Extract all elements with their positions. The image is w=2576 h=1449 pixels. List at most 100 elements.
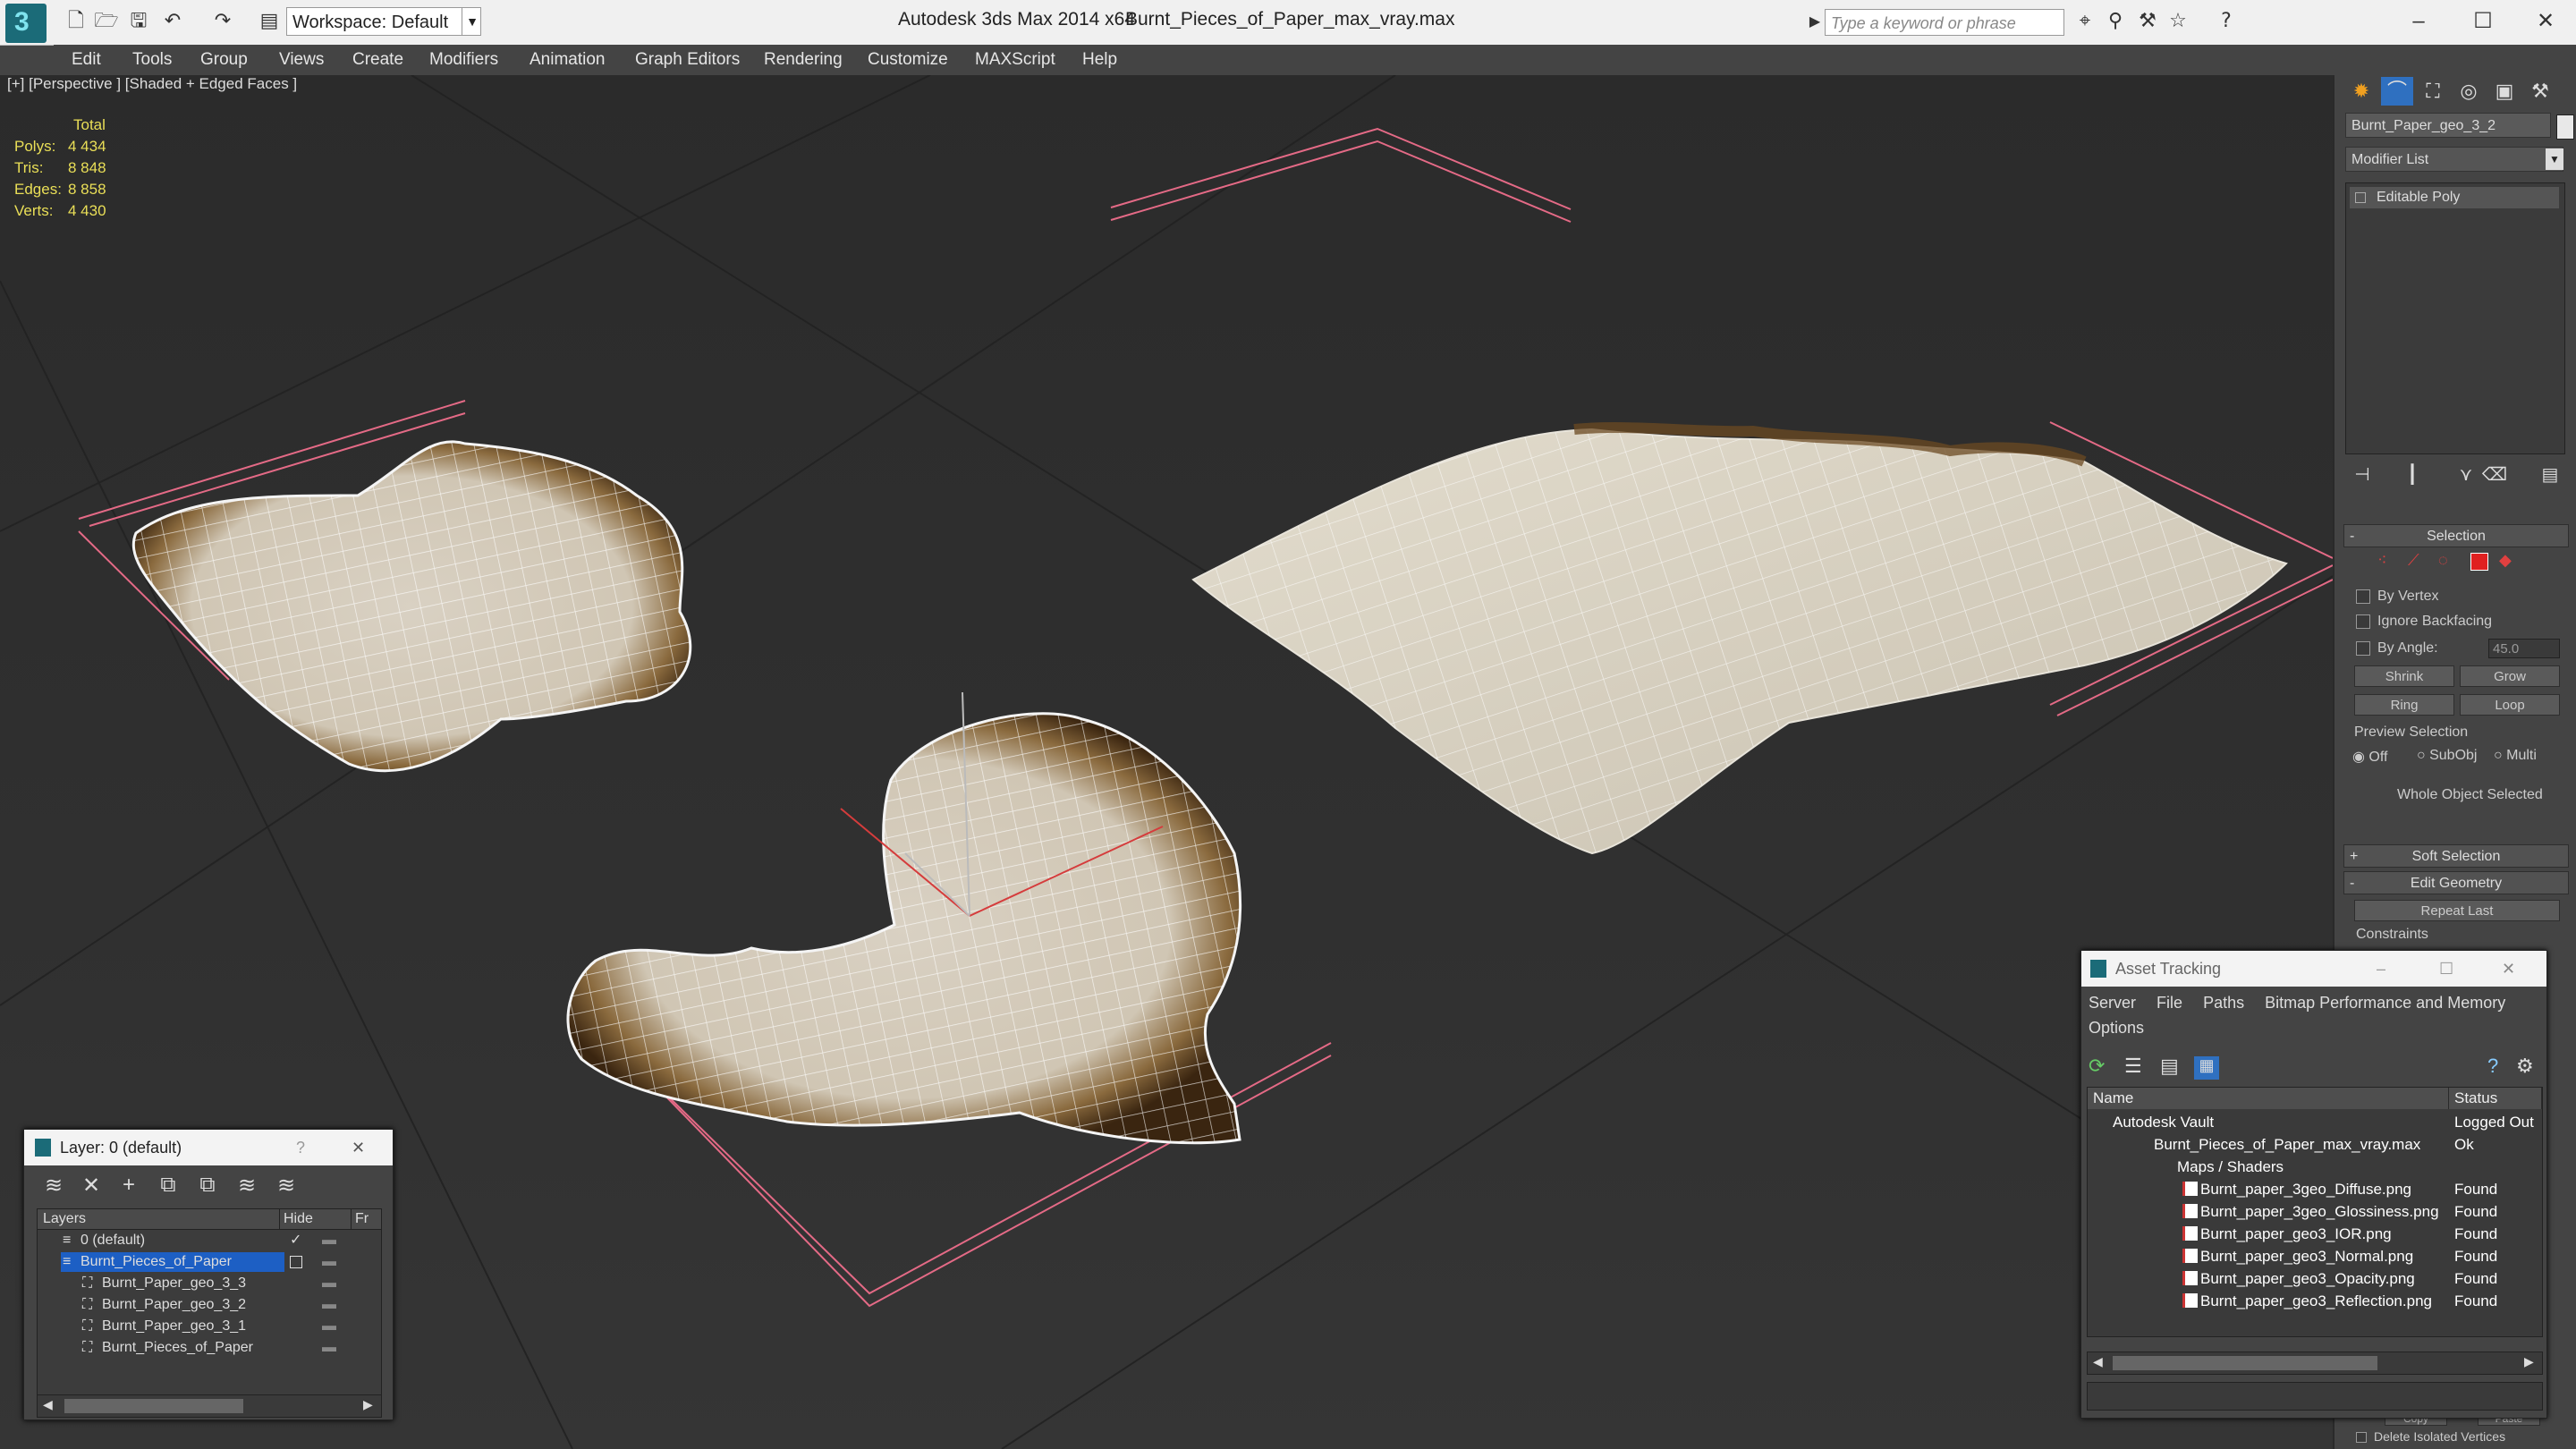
create-tab-icon[interactable]: ✹: [2345, 77, 2377, 106]
remove-modifier-icon[interactable]: ⌫: [2481, 462, 2508, 488]
asset-row[interactable]: Burnt_paper_geo3_Opacity.png Found: [2088, 1267, 2542, 1290]
preview-off-radio[interactable]: ◉ Off: [2352, 748, 2387, 766]
hierarchy-tab-icon[interactable]: ⛶: [2417, 77, 2449, 106]
layer-row[interactable]: ⛶ Burnt_Pieces_of_Paper ▬: [38, 1338, 381, 1358]
layer-window-titlebar[interactable]: Layer: 0 (default) ? ✕: [24, 1130, 393, 1165]
app-logo-icon[interactable]: 3: [5, 4, 47, 43]
stack-item-editable-poly[interactable]: Editable Poly: [2350, 187, 2559, 208]
create-layer-icon[interactable]: ≋: [38, 1173, 69, 1199]
object-color-swatch[interactable]: [2556, 114, 2574, 140]
menu-file[interactable]: File: [2157, 994, 2182, 1012]
menu-tools[interactable]: Tools: [132, 45, 172, 75]
asset-row[interactable]: Burnt_paper_3geo_Glossiness.png Found: [2088, 1200, 2542, 1223]
project-folder-icon[interactable]: ▤: [256, 9, 283, 34]
asset-row[interactable]: Burnt_Pieces_of_Paper_max_vray.max Ok: [2088, 1133, 2542, 1156]
chevron-down-icon[interactable]: ▼: [462, 7, 482, 36]
menu-bitmap-performance[interactable]: Bitmap Performance and Memory: [2265, 994, 2505, 1012]
help-icon[interactable]: ?: [296, 1130, 305, 1165]
table-view-icon[interactable]: ▦: [2194, 1056, 2219, 1080]
menu-create[interactable]: Create: [352, 45, 403, 75]
communication-icon[interactable]: ⚒: [2134, 9, 2161, 34]
menu-paths[interactable]: Paths: [2203, 994, 2244, 1012]
ring-button[interactable]: Ring: [2354, 694, 2454, 716]
search-input[interactable]: Type a keyword or phrase: [1825, 9, 2064, 36]
new-file-icon[interactable]: 🗋: [63, 9, 89, 34]
grow-button[interactable]: Grow: [2460, 665, 2560, 687]
soft-selection-rollout-header[interactable]: + Soft Selection: [2343, 844, 2569, 868]
edge-icon[interactable]: ⟋: [2408, 551, 2419, 570]
list-view-icon[interactable]: ☰: [2124, 1055, 2142, 1078]
asset-row[interactable]: Maps / Shaders: [2088, 1156, 2542, 1178]
menu-maxscript[interactable]: MAXScript: [975, 45, 1055, 75]
modify-tab-icon[interactable]: ⌒: [2381, 77, 2413, 106]
menu-customize[interactable]: Customize: [868, 45, 948, 75]
menu-views[interactable]: Views: [279, 45, 324, 75]
menu-modifiers[interactable]: Modifiers: [429, 45, 498, 75]
maximize-icon[interactable]: ☐: [2439, 951, 2453, 987]
menu-options[interactable]: Options: [2089, 1019, 2144, 1037]
layer-row[interactable]: ≡ 0 (default) ✓ ▬: [38, 1231, 381, 1250]
close-icon[interactable]: ✕: [2502, 951, 2515, 987]
layer-horizontal-scrollbar[interactable]: ◀ ▶: [37, 1394, 382, 1418]
scrollbar-thumb[interactable]: [64, 1399, 243, 1413]
asset-row[interactable]: Burnt_paper_geo3_Normal.png Found: [2088, 1245, 2542, 1267]
angle-spinner[interactable]: 45.0: [2488, 639, 2560, 658]
undo-icon[interactable]: ↶: [159, 9, 186, 34]
asset-horizontal-scrollbar[interactable]: ◀ ▶: [2087, 1352, 2543, 1375]
preview-multi-radio[interactable]: ○ Multi: [2494, 748, 2537, 764]
by-angle-checkbox[interactable]: By Angle:: [2356, 640, 2438, 657]
vertex-icon[interactable]: ⁖: [2377, 551, 2387, 570]
delete-isolated-checkbox[interactable]: Delete Isolated Vertices: [2356, 1429, 2505, 1444]
freeze-all-icon[interactable]: ≋: [271, 1173, 301, 1199]
object-name-field[interactable]: Burnt_Paper_geo_3_2: [2345, 113, 2551, 138]
hide-all-icon[interactable]: ≋: [232, 1173, 262, 1199]
configure-sets-icon[interactable]: ▤: [2537, 462, 2563, 488]
favorites-icon[interactable]: ☆: [2165, 9, 2191, 34]
asset-window-titlebar[interactable]: Asset Tracking – ☐ ✕: [2081, 951, 2546, 987]
asset-row[interactable]: Autodesk Vault Logged Out: [2088, 1111, 2542, 1133]
ignore-backfacing-checkbox[interactable]: Ignore Backfacing: [2356, 614, 2492, 630]
menu-graph-editors[interactable]: Graph Editors: [635, 45, 740, 75]
highlight-layer-icon[interactable]: ⧉: [192, 1173, 223, 1198]
help-icon[interactable]: ?: [2487, 1055, 2498, 1078]
chevron-down-icon[interactable]: ▼: [2546, 148, 2563, 170]
close-icon[interactable]: ✕: [352, 1130, 365, 1165]
minimize-icon[interactable]: –: [2392, 4, 2445, 39]
edit-geometry-rollout-header[interactable]: - Edit Geometry: [2343, 871, 2569, 894]
repeat-last-button[interactable]: Repeat Last: [2354, 900, 2560, 921]
layer-row[interactable]: ⛶ Burnt_Paper_geo_3_1 ▬: [38, 1317, 381, 1336]
selection-rollout-header[interactable]: - Selection: [2343, 524, 2569, 547]
col-hide[interactable]: Hide: [279, 1209, 313, 1229]
menu-edit[interactable]: Edit: [72, 45, 101, 75]
maximize-icon[interactable]: ☐: [2456, 4, 2510, 39]
save-file-icon[interactable]: 🖫: [125, 9, 152, 34]
menu-help[interactable]: Help: [1082, 45, 1117, 75]
col-name[interactable]: Name: [2088, 1088, 2449, 1109]
layer-row[interactable]: ⛶ Burnt_Paper_geo_3_3 ▬: [38, 1274, 381, 1293]
loop-button[interactable]: Loop: [2460, 694, 2560, 716]
binoculars-icon[interactable]: ⌖: [2072, 9, 2098, 34]
refresh-icon[interactable]: ⟳: [2089, 1055, 2105, 1078]
menu-animation[interactable]: Animation: [530, 45, 606, 75]
menu-rendering[interactable]: Rendering: [764, 45, 843, 75]
shrink-button[interactable]: Shrink: [2354, 665, 2454, 687]
display-tab-icon[interactable]: ▣: [2488, 77, 2521, 106]
workspace-dropdown[interactable]: Workspace: Default: [286, 7, 481, 36]
make-unique-icon[interactable]: ⋎: [2453, 462, 2479, 488]
delete-layer-icon[interactable]: ✕: [76, 1173, 106, 1199]
pin-stack-icon[interactable]: ⊣: [2349, 462, 2376, 488]
menu-group[interactable]: Group: [200, 45, 248, 75]
tree-view-icon[interactable]: ▤: [2160, 1055, 2179, 1078]
border-icon[interactable]: ◌: [2438, 551, 2448, 570]
add-to-layer-icon[interactable]: +: [114, 1173, 144, 1198]
asset-row[interactable]: Burnt_paper_geo3_IOR.png Found: [2088, 1223, 2542, 1245]
layer-row[interactable]: ⛶ Burnt_Paper_geo_3_2 ▬: [38, 1295, 381, 1315]
element-icon[interactable]: ◆: [2499, 551, 2512, 570]
menu-server[interactable]: Server: [2089, 994, 2136, 1012]
asset-row[interactable]: Burnt_paper_geo3_Reflection.png Found: [2088, 1290, 2542, 1312]
layer-row-selected[interactable]: ≡ Burnt_Pieces_of_Paper ▬: [38, 1252, 381, 1272]
col-freeze[interactable]: Fr: [351, 1209, 369, 1229]
col-layers[interactable]: Layers: [43, 1209, 86, 1229]
open-file-icon[interactable]: 🗁: [93, 9, 120, 34]
select-objects-icon[interactable]: ⧉: [153, 1173, 183, 1198]
